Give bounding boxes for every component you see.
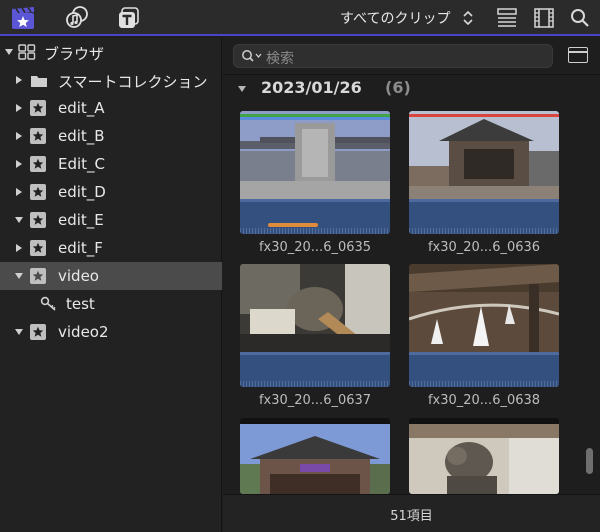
sidebar-item-label: edit_B <box>58 127 105 145</box>
audio-waveform <box>240 199 390 234</box>
event-star-icon <box>30 268 46 284</box>
disclosure-expanded-icon[interactable] <box>14 271 24 281</box>
event-star-icon <box>30 100 46 116</box>
library-sidebar: ブラウザ スマートコレクション edit_A edit_B Edit_C edi… <box>0 38 222 532</box>
disclosure-collapsed-icon[interactable] <box>14 243 24 253</box>
search-placeholder: 検索 <box>266 51 294 67</box>
sidebar-item-label: test <box>66 295 95 313</box>
clip-name: fx30_20...6_0635 <box>258 240 372 255</box>
search-icon <box>242 50 262 62</box>
disclosure-expanded-icon[interactable] <box>14 327 24 337</box>
disclosure-collapsed-icon[interactable] <box>14 103 24 113</box>
event-star-icon <box>30 324 46 340</box>
sidebar-item-video[interactable]: video <box>0 262 222 290</box>
sidebar-item-edit-c[interactable]: Edit_C <box>0 150 222 178</box>
inspector-toggle-icon[interactable] <box>568 47 588 63</box>
clip-image <box>409 264 559 352</box>
disclosure-collapsed-icon[interactable] <box>14 159 24 169</box>
group-count: (6) <box>385 78 411 97</box>
clip-filter-popup[interactable]: すべてのクリップ <box>340 8 450 28</box>
clip-thumbnail[interactable] <box>409 111 559 234</box>
event-star-icon <box>30 128 46 144</box>
sidebar-item-keyword-test[interactable]: test <box>0 290 222 318</box>
disclosure-collapsed-icon[interactable] <box>14 187 24 197</box>
sidebar-item-label: Edit_C <box>58 155 106 173</box>
disclosure-collapsed-icon[interactable] <box>14 75 24 85</box>
toolbar: すべてのクリップ <box>0 0 600 36</box>
clip-name: fx30_20...6_0637 <box>258 393 372 408</box>
sidebar-item-edit-d[interactable]: edit_D <box>0 178 222 206</box>
titles-generators-icon[interactable] <box>116 5 142 31</box>
sidebar-item-edit-e[interactable]: edit_E <box>0 206 222 234</box>
event-star-icon <box>30 184 46 200</box>
folder-icon <box>30 73 48 87</box>
disclosure-collapsed-icon[interactable] <box>14 131 24 141</box>
audio-waveform <box>240 352 390 387</box>
sidebar-item-label: video2 <box>58 323 109 341</box>
clip-image <box>409 424 559 494</box>
clip-image <box>409 111 559 199</box>
sidebar-item-label: edit_D <box>58 183 106 201</box>
group-date: 2023/01/26 <box>261 78 362 97</box>
disclosure-expanded-icon[interactable] <box>4 47 14 57</box>
vertical-scrollbar[interactable] <box>586 448 593 474</box>
sidebar-item-label: edit_A <box>58 99 105 117</box>
audio-waveform <box>409 199 559 234</box>
event-star-icon <box>30 240 46 256</box>
list-view-icon[interactable] <box>495 6 521 32</box>
clip-thumbnail[interactable] <box>240 418 390 494</box>
search-field[interactable]: 検索 <box>233 44 553 68</box>
disclosure-expanded-icon[interactable] <box>14 215 24 225</box>
sidebar-item-label: video <box>58 267 99 285</box>
clip-image <box>240 424 390 494</box>
filmstrip-icon[interactable] <box>532 6 558 32</box>
divider <box>223 74 600 75</box>
sidebar-item-edit-b[interactable]: edit_B <box>0 122 222 150</box>
clip-image <box>240 264 390 352</box>
disclosure-expanded-icon[interactable] <box>237 84 247 94</box>
item-count: 51項目 <box>390 509 433 524</box>
sidebar-item-browser[interactable]: ブラウザ <box>0 38 222 66</box>
clip-name: fx30_20...6_0638 <box>427 393 541 408</box>
clip-image <box>240 111 390 199</box>
libraries-icon[interactable] <box>10 5 36 31</box>
clip-thumbnail[interactable] <box>409 264 559 387</box>
sidebar-item-smart-collections[interactable]: スマートコレクション <box>0 66 222 94</box>
clip-thumbnail[interactable] <box>409 418 559 494</box>
sidebar-item-video2[interactable]: video2 <box>0 318 222 346</box>
clip-name: fx30_20...6_0636 <box>427 240 541 255</box>
audio-waveform <box>409 352 559 387</box>
sidebar-item-label: スマートコレクション <box>58 73 208 91</box>
sidebar-item-label: ブラウザ <box>44 45 105 63</box>
clip-thumbnail[interactable] <box>240 111 390 234</box>
sidebar-item-edit-f[interactable]: edit_F <box>0 234 222 262</box>
filter-updown-icon[interactable] <box>462 10 474 26</box>
keyword-range-bar <box>268 223 318 227</box>
grid-icon <box>18 44 36 60</box>
event-star-icon <box>30 156 46 172</box>
sidebar-item-label: edit_E <box>58 211 104 229</box>
sidebar-item-edit-a[interactable]: edit_A <box>0 94 222 122</box>
search-icon[interactable] <box>568 6 594 32</box>
clip-thumbnail[interactable] <box>240 264 390 387</box>
photos-audio-icon[interactable] <box>64 5 90 31</box>
status-bar: 51項目 <box>223 494 600 532</box>
event-star-icon <box>30 212 46 228</box>
keyword-icon <box>40 296 58 312</box>
browser-pane: 検索 2023/01/26 (6) fx30_20...6_0635 fx30_… <box>223 38 600 532</box>
sidebar-item-label: edit_F <box>58 239 103 257</box>
